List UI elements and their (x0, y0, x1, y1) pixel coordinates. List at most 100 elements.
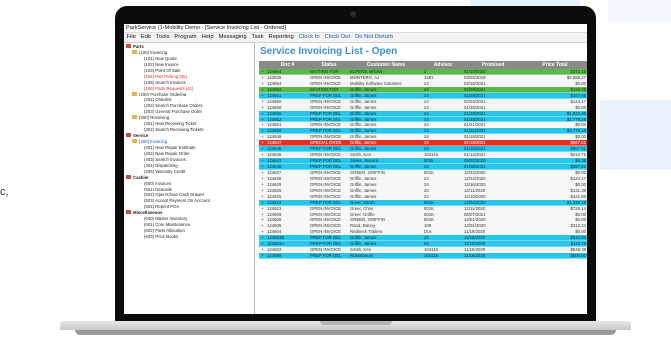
menu-item[interactable]: Help (202, 34, 214, 40)
expand-icon[interactable]: + (259, 81, 266, 86)
expand-icon[interactable]: + (259, 75, 266, 80)
menu-item[interactable]: Clock Out (325, 34, 350, 40)
column-header[interactable]: Price Total (523, 61, 587, 69)
table-cell: PREP FOR DEL (310, 146, 342, 152)
column-header[interactable]: Doc # (266, 61, 309, 69)
expand-icon[interactable]: + (259, 194, 266, 199)
table-cell: 124864 (267, 69, 282, 74)
expand-icon[interactable]: + (259, 122, 266, 127)
background-shape (608, 0, 671, 22)
table-cell: 104116 (424, 152, 439, 158)
menu-item[interactable]: Edit (141, 34, 151, 40)
menu-item[interactable]: Task (252, 34, 264, 40)
expand-icon[interactable]: + (259, 146, 266, 151)
menu-item[interactable]: Messaging (219, 34, 247, 40)
table-cell: 08/07/2021 (464, 211, 486, 217)
expand-icon[interactable]: + (259, 235, 266, 240)
table-cell: PREP FOR DEL (310, 253, 342, 258)
table-cell: OPEN INVOICE (310, 80, 342, 86)
expand-icon[interactable]: + (259, 182, 266, 187)
expand-icon[interactable]: + (259, 128, 266, 133)
table-cell: Jones, Jessica (350, 158, 379, 163)
column-header[interactable] (259, 61, 266, 69)
table-cell: 124609 (267, 211, 282, 217)
table-cell: 02/09/2021 (464, 86, 486, 92)
expand-icon[interactable]: + (259, 87, 266, 92)
menu-item[interactable]: Program (174, 34, 196, 40)
table-cell: 124626 (267, 187, 282, 193)
expand-icon[interactable]: + (259, 217, 266, 222)
column-header[interactable]: Promised (463, 61, 523, 69)
table-cell: 124623 (267, 205, 282, 211)
expand-icon[interactable]: + (259, 170, 266, 175)
column-header[interactable]: Status (309, 61, 349, 69)
table-cell: Griffin, James (350, 164, 377, 169)
table-cell: OPEN INVOICE (310, 134, 342, 140)
table-cell: 501K (424, 199, 435, 205)
expand-icon[interactable]: + (259, 105, 266, 110)
expand-icon[interactable]: + (259, 223, 266, 228)
expand-icon[interactable]: + (259, 158, 266, 163)
table-cell: 24 (424, 241, 429, 247)
table-cell: PREP FOR DEL (310, 92, 342, 98)
table-cell: $313.24 (570, 223, 586, 229)
expand-icon[interactable]: + (259, 247, 266, 252)
expand-icon[interactable]: + (259, 152, 266, 157)
menu-item[interactable]: Do Not Disturb (355, 34, 393, 40)
sidebar-item-label: (106) Parts Requests (41) (144, 85, 194, 91)
menu-item[interactable]: File (127, 34, 136, 40)
table-cell: $167.66 (570, 92, 586, 98)
table-cell: $2,779.16 (566, 128, 586, 134)
background-shape (600, 100, 671, 170)
column-header[interactable]: Advisor (423, 61, 463, 69)
sidebar-item[interactable]: (603) Price Books (124, 234, 254, 240)
grid-header: Doc # Status Customer Name Advisor Promised P… (259, 61, 587, 69)
expand-icon[interactable]: + (259, 69, 266, 74)
table-cell: $567.61 (570, 140, 586, 146)
table-cell: GREER, GRIFFIN (350, 217, 385, 223)
expand-icon[interactable]: + (259, 229, 266, 234)
expand-icon[interactable]: + (259, 241, 266, 246)
sidebar-item-label: Parts (133, 44, 144, 49)
expand-icon[interactable]: + (259, 212, 266, 217)
expand-icon[interactable]: + (259, 176, 266, 181)
expand-icon[interactable]: + (259, 140, 266, 145)
expand-icon[interactable]: + (259, 117, 266, 122)
table-cell: OPEN INVOICE (310, 247, 342, 253)
expand-icon[interactable]: + (259, 164, 266, 169)
table-cell: $134.35 (570, 86, 586, 92)
folder-icon (132, 115, 137, 120)
table-cell: Greer, Chris (350, 205, 374, 211)
table-cell: 124636 (267, 175, 282, 181)
table-cell: $124.17 (570, 98, 586, 104)
table-cell: 24 (424, 116, 429, 122)
expand-icon[interactable]: + (259, 134, 266, 139)
table-cell: 124603A (267, 241, 285, 247)
expand-icon[interactable]: + (259, 99, 266, 104)
table-cell: 24 (424, 235, 429, 241)
table-cell: Griffin, James (350, 241, 377, 247)
table-cell: Griffin, James (350, 235, 377, 241)
sidebar-item-label: (500) Invoices (144, 180, 171, 186)
expand-icon[interactable]: + (259, 200, 266, 205)
expand-icon[interactable]: + (259, 188, 266, 193)
expand-icon[interactable]: + (259, 93, 266, 98)
table-cell: Griffin, James (350, 92, 377, 98)
column-header[interactable]: Customer Name (349, 61, 423, 69)
sidebar-item-label: (300) Receiving (139, 115, 170, 121)
table-cell: 124605 (267, 223, 282, 229)
table-cell: 11/19/2020 (464, 235, 486, 241)
table-cell: 24 (424, 86, 429, 92)
menu-item[interactable]: Tools (156, 34, 170, 40)
expand-icon[interactable]: + (259, 111, 266, 116)
table-cell: 02/16/2021 (464, 80, 486, 86)
menu-item[interactable]: Reporting (269, 34, 294, 40)
table-row[interactable]: +124599 PREP FOR DEL Rosenbauer 104116 11/18… (259, 253, 587, 259)
table-cell: OPEN INVOICE (310, 104, 342, 110)
folder-icon (132, 49, 137, 54)
table-cell: OPEN INVOICE (310, 223, 342, 229)
expand-icon[interactable]: + (259, 206, 266, 211)
table-cell: PREP FOR DEL (310, 199, 342, 205)
expand-icon[interactable]: + (259, 253, 266, 258)
menu-item[interactable]: Clock In (299, 34, 320, 40)
